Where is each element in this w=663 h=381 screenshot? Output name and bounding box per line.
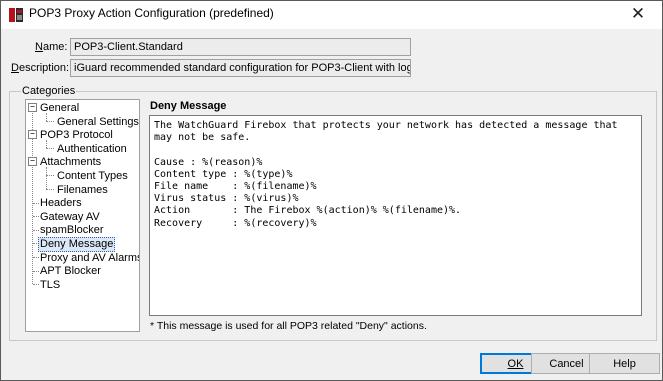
tree-item-attachments[interactable]: Attachments: [40, 156, 101, 169]
tree-line: [33, 230, 39, 231]
tree-item-headers[interactable]: Headers: [40, 197, 82, 210]
tree-item-gateway-av[interactable]: Gateway AV: [40, 211, 100, 224]
tree-item-deny-message[interactable]: Deny Message: [38, 237, 116, 252]
description-label: Description:: [11, 62, 70, 74]
tree-item-proxy-av-alarms[interactable]: Proxy and AV Alarms: [40, 252, 139, 265]
tree-item-authentication[interactable]: Authentication: [57, 143, 127, 156]
tree-line: [46, 189, 54, 190]
tree-line: [33, 284, 39, 285]
name-field[interactable]: POP3-Client.Standard: [70, 38, 411, 56]
name-label: Name:: [35, 41, 68, 53]
tree-item-general[interactable]: General: [40, 102, 79, 115]
window-title: POP3 Proxy Action Configuration (predefi…: [29, 6, 274, 20]
collapse-icon[interactable]: −: [28, 103, 37, 112]
categories-legend: Categories: [21, 85, 77, 97]
dialog-window: POP3 Proxy Action Configuration (predefi…: [0, 0, 663, 381]
collapse-icon[interactable]: −: [28, 130, 37, 139]
deny-message-note: * This message is used for all POP3 rela…: [150, 320, 427, 332]
cancel-button-label: Cancel: [549, 358, 584, 370]
tree-line: [33, 203, 39, 204]
tree-item-general-settings[interactable]: General Settings: [57, 116, 139, 129]
categories-tree[interactable]: − − − General General Settings POP3 Prot…: [25, 99, 140, 332]
watchguard-icon: [8, 7, 24, 23]
tree-item-tls[interactable]: TLS: [40, 279, 60, 292]
tree-item-apt-blocker[interactable]: APT Blocker: [40, 265, 101, 278]
help-button-label: Help: [613, 358, 636, 370]
tree-line: [33, 271, 39, 272]
title-bar[interactable]: POP3 Proxy Action Configuration (predefi…: [1, 1, 662, 29]
tree-line: [33, 257, 39, 258]
tree-line: [46, 148, 54, 149]
ok-button-label: OK: [507, 358, 524, 370]
tree-item-pop3-protocol[interactable]: POP3 Protocol: [40, 129, 113, 142]
deny-message-textarea[interactable]: The WatchGuard Firebox that protects you…: [149, 115, 642, 316]
tree-item-filenames[interactable]: Filenames: [57, 184, 108, 197]
tree-item-content-types[interactable]: Content Types: [57, 170, 128, 183]
tree-line: [46, 175, 54, 176]
tree-line: [46, 167, 47, 189]
help-button[interactable]: Help: [589, 353, 660, 374]
description-field[interactable]: iGuard recommended standard configuratio…: [70, 59, 411, 77]
close-icon[interactable]: ✕: [615, 1, 661, 29]
collapse-icon[interactable]: −: [28, 157, 37, 166]
deny-message-text[interactable]: The WatchGuard Firebox that protects you…: [154, 120, 618, 230]
tree-item-spamblocker[interactable]: spamBlocker: [40, 224, 104, 237]
tree-line: [46, 121, 54, 122]
panel-title: Deny Message: [150, 100, 227, 112]
tree-line: [33, 216, 39, 217]
